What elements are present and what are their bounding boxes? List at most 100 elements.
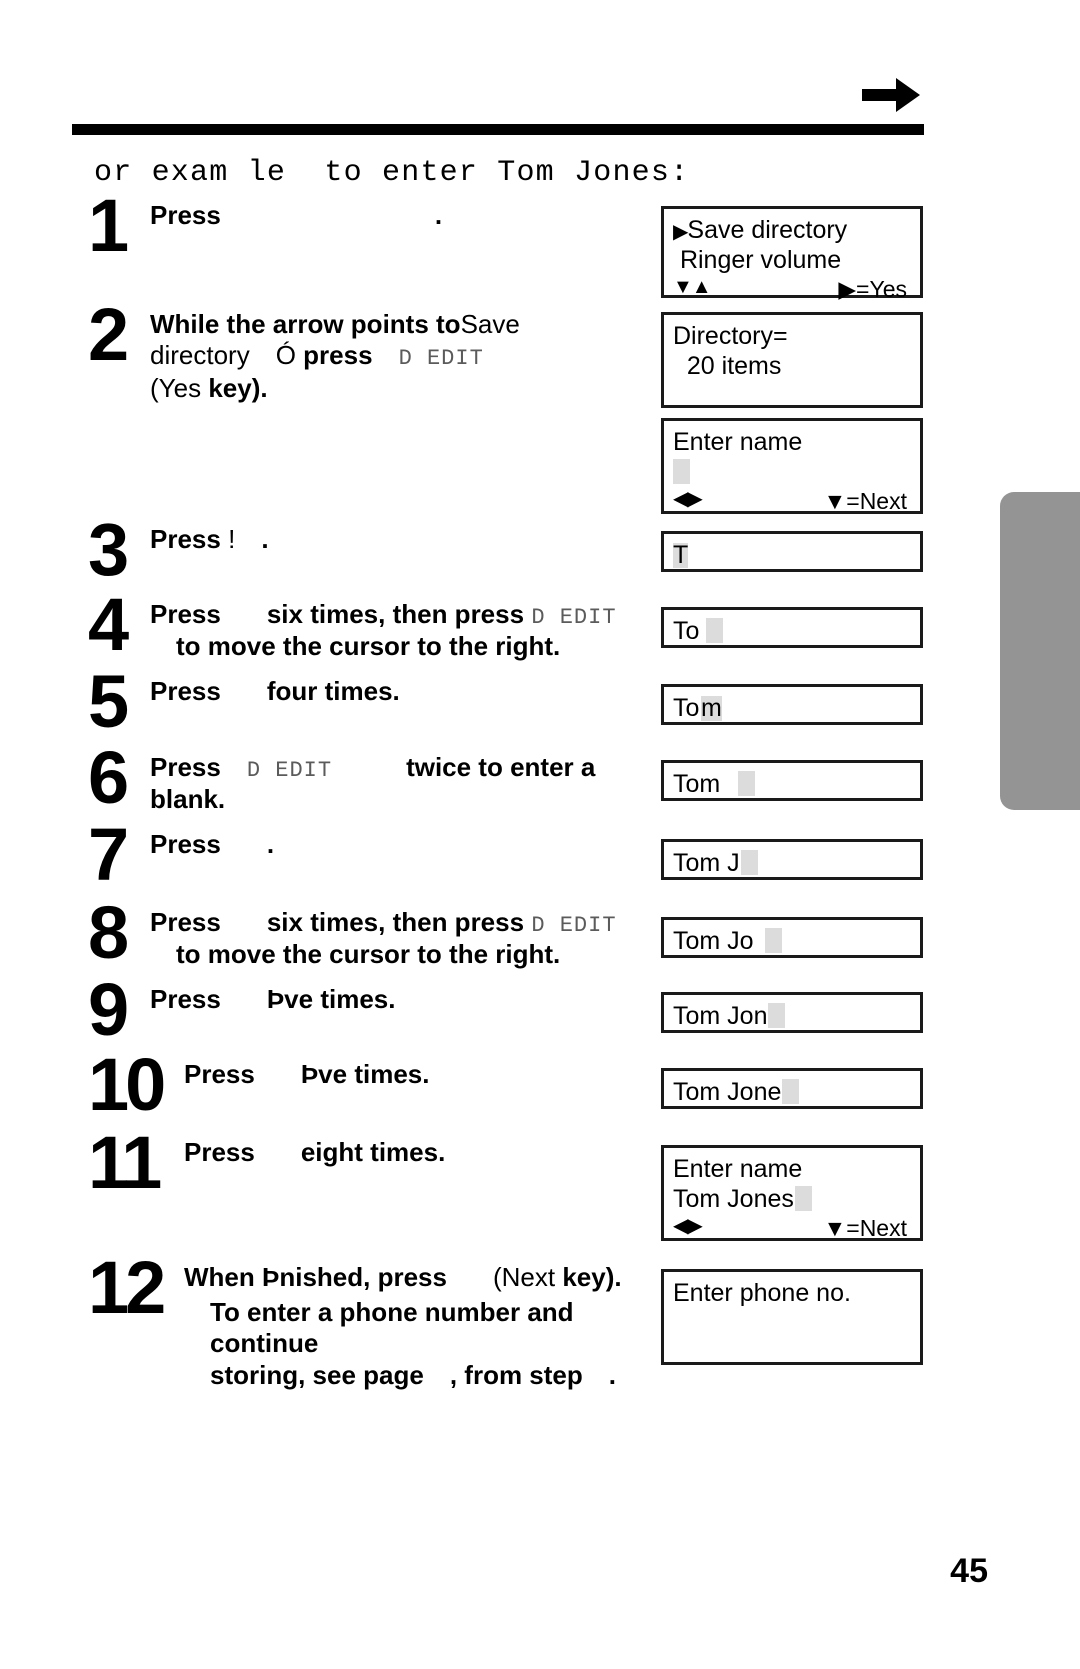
step-12-keylabel: key). bbox=[562, 1262, 622, 1292]
lcd-text: Directory= bbox=[673, 322, 788, 350]
lcd-text: Tom bbox=[673, 770, 721, 798]
text-cursor bbox=[794, 1186, 812, 1211]
step-4-press: Press bbox=[150, 599, 221, 629]
lcd-text: Tom Jones bbox=[673, 1185, 794, 1213]
leftright-arrows-icon: ◀▶ bbox=[673, 1215, 703, 1237]
updown-arrows-icon: ▼▲ bbox=[673, 276, 712, 298]
lcd-line: To bbox=[673, 617, 920, 647]
next-hint: ▼=Next bbox=[823, 1215, 908, 1241]
step-12-finished: Þnished, press bbox=[262, 1262, 447, 1292]
lcd-line: ▶Save directory bbox=[673, 216, 920, 246]
step-number: 6 bbox=[88, 736, 129, 819]
step-3-period: . bbox=[261, 524, 269, 554]
step-9-press: Press bbox=[150, 984, 221, 1014]
lcd-text: Enter phone no. bbox=[673, 1279, 851, 1307]
step-2-line2-a: directory bbox=[150, 340, 250, 371]
keycap-edit: D EDIT bbox=[531, 605, 617, 630]
step-5-press: Press bbox=[150, 676, 221, 706]
header-rule bbox=[72, 124, 924, 135]
display-tom-jon: Tom Jon bbox=[661, 992, 923, 1033]
step-number: 1 bbox=[88, 184, 129, 267]
step-number: 10 bbox=[88, 1043, 166, 1126]
step-text: Press four times. bbox=[150, 676, 400, 707]
step-5-count: four times. bbox=[266, 676, 400, 706]
step-11-press: Press bbox=[184, 1137, 255, 1167]
leftright-arrows-icon: ◀▶ bbox=[673, 488, 703, 510]
lcd-text: 20 items bbox=[673, 352, 782, 380]
step-text: When Þnished, press (Next key). To enter … bbox=[184, 1262, 668, 1391]
lcd-line: Tom Jon bbox=[673, 1002, 920, 1032]
display-to: To bbox=[661, 607, 923, 648]
step-text: While the arrow points toSave directory Ó… bbox=[150, 309, 520, 404]
text-cursor bbox=[768, 1003, 786, 1028]
lcd-text: Tom Jone bbox=[673, 1078, 782, 1106]
text-cursor bbox=[738, 771, 756, 796]
text-cursor bbox=[673, 459, 690, 484]
yes-hint: ▶=Yes bbox=[838, 276, 907, 302]
step-text: Press Þve times. bbox=[184, 1059, 429, 1090]
lcd-line: Tom J bbox=[673, 849, 920, 879]
step-text: Press eight times. bbox=[184, 1137, 445, 1168]
step-8-count: six times, then press bbox=[266, 907, 525, 937]
lcd-text: Save directory bbox=[687, 216, 848, 244]
step-12-next: Next bbox=[501, 1262, 556, 1292]
step-text: Press Þve times. bbox=[150, 984, 395, 1015]
next-hint: ▼=Next bbox=[823, 488, 908, 514]
step-2-line2-bold: press bbox=[303, 340, 373, 371]
lcd-text: Tom Jon bbox=[673, 1002, 768, 1030]
step-number: 4 bbox=[88, 583, 129, 666]
step-10-count: Þve times. bbox=[300, 1059, 430, 1089]
lcd-line: m To bbox=[673, 694, 920, 724]
step-number: 8 bbox=[88, 891, 129, 974]
step-number: 7 bbox=[88, 813, 129, 896]
step-8-press: Press bbox=[150, 907, 221, 937]
step-number: 5 bbox=[88, 660, 129, 743]
text-cursor bbox=[782, 1079, 800, 1104]
lcd-line: Enter name bbox=[673, 428, 920, 458]
lcd-text-tail: m bbox=[701, 694, 722, 722]
display-enter-name-full: Enter name Tom Jones ◀▶ ▼=Next bbox=[661, 1145, 923, 1241]
lcd-line: Enter name bbox=[673, 1155, 920, 1185]
text-cursor-overlay: T bbox=[673, 541, 689, 570]
step-2-line3-bold: key). bbox=[208, 372, 268, 403]
step-2-line1-reg: Save bbox=[460, 309, 520, 339]
page-number: 45 bbox=[950, 1552, 988, 1590]
step-4-line2: to move the cursor to the right. bbox=[176, 631, 561, 662]
lcd-hint-row: ◀▶ ▼=Next bbox=[673, 488, 920, 518]
lcd-hint-row: ◀▶ ▼=Next bbox=[673, 1215, 920, 1245]
lcd-line: T bbox=[673, 541, 920, 571]
step-2-line3-reg: Yes bbox=[158, 372, 202, 403]
lcd-text: T bbox=[673, 541, 689, 569]
section-tab-marker bbox=[1000, 492, 1080, 810]
display-menu: ▶Save directory Ringer volume ▼▲ ▶=Yes bbox=[661, 206, 923, 302]
step-12-line3-c: . bbox=[608, 1359, 616, 1390]
step-4-count: six times, then press bbox=[266, 599, 525, 629]
right-arrow-icon bbox=[862, 78, 920, 112]
step-9-count: Þve times. bbox=[266, 984, 396, 1014]
lcd-line bbox=[673, 458, 920, 488]
step-3-mark: ! bbox=[228, 524, 236, 554]
step-10-press: Press bbox=[184, 1059, 255, 1089]
display-tom-j: Tom J bbox=[661, 839, 923, 880]
step-number: 12 bbox=[88, 1246, 166, 1329]
lcd-hint-row: ▼▲ ▶=Yes bbox=[673, 276, 920, 306]
display-directory-count: Directory= 20 items bbox=[661, 312, 923, 408]
lcd-line: Ringer volume bbox=[673, 246, 920, 276]
lcd-line: Directory= bbox=[673, 322, 920, 352]
display-enter-phone: Enter phone no. bbox=[661, 1269, 923, 1365]
display-tom-jone: Tom Jone bbox=[661, 1068, 923, 1109]
step-2-line1-bold: While the arrow points to bbox=[150, 309, 461, 339]
display-tom-blank: Tom bbox=[661, 760, 923, 801]
step-text: Press six times, then press D EDIT to mov… bbox=[150, 907, 617, 971]
keycap-edit: D EDIT bbox=[398, 346, 484, 372]
keycap-edit: D EDIT bbox=[246, 758, 333, 783]
intro-text: or exam le to enter Tom Jones: bbox=[94, 156, 690, 190]
display-tom-1: m To bbox=[661, 684, 923, 725]
step-7-period: . bbox=[266, 829, 275, 859]
lcd-text: Enter name bbox=[673, 1155, 803, 1183]
step-12-when: When bbox=[184, 1262, 255, 1292]
menu-pointer-icon: ▶ bbox=[673, 221, 688, 243]
step-1-press: Press bbox=[150, 200, 221, 230]
step-7-press: Press bbox=[150, 829, 221, 859]
step-text: Press six times, then press D EDIT to mov… bbox=[150, 599, 617, 663]
